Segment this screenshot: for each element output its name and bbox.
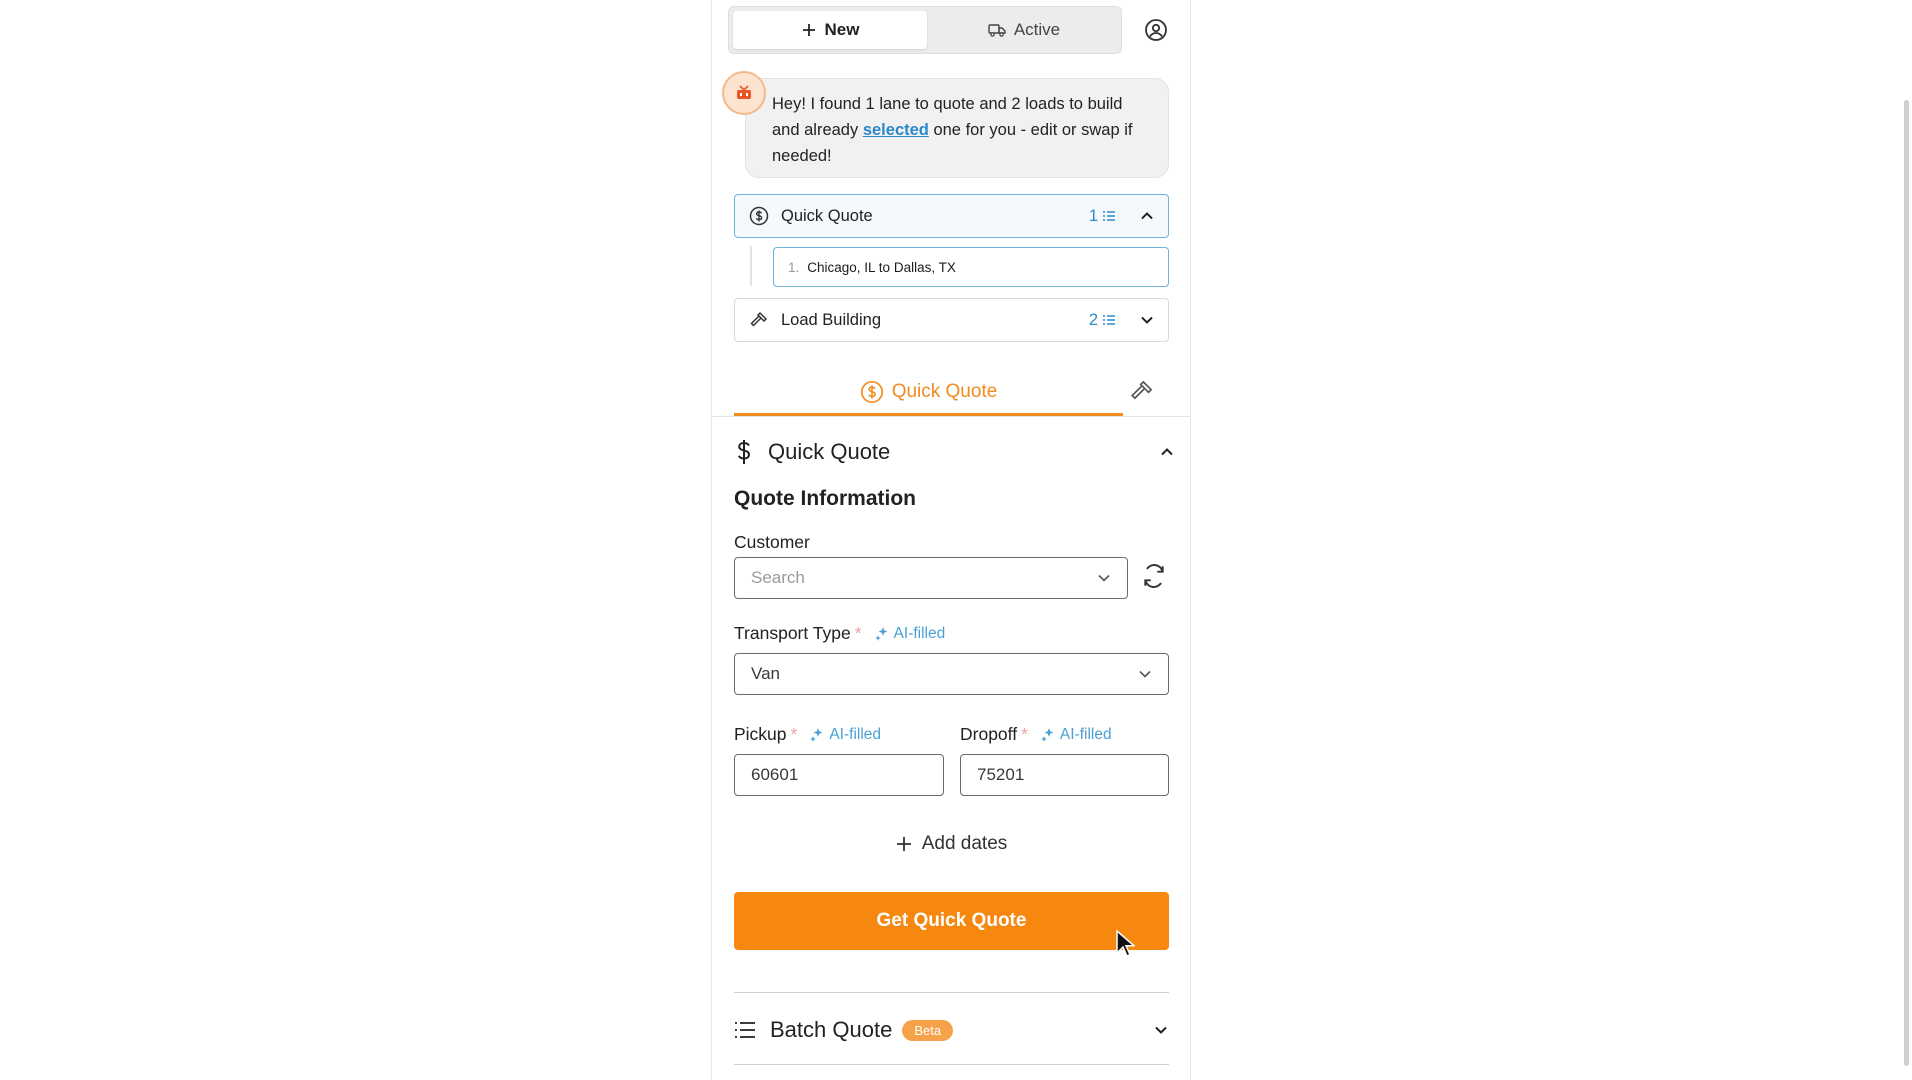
list-icon xyxy=(1103,315,1115,325)
transport-type-value: Van xyxy=(751,664,780,683)
sparkle-icon xyxy=(810,727,823,742)
chevron-up-icon[interactable] xyxy=(1160,445,1174,459)
customer-label: Customer xyxy=(734,532,810,553)
customer-search-placeholder: Search xyxy=(751,568,805,587)
quick-quote-accordion-label: Quick Quote xyxy=(781,206,873,225)
lane-number: 1. xyxy=(788,259,800,275)
plus-icon xyxy=(802,24,815,36)
dropoff-input[interactable]: 75201 xyxy=(960,754,1169,796)
load-building-accordion-label: Load Building xyxy=(781,310,881,329)
load-building-count: 2 xyxy=(1089,311,1116,330)
chevron-down-icon[interactable] xyxy=(1154,1023,1168,1037)
get-quick-quote-button[interactable]: Get Quick Quote xyxy=(734,892,1169,950)
plus-icon xyxy=(896,837,911,851)
transport-type-label-text: Transport Type xyxy=(734,623,851,643)
truck-icon xyxy=(988,24,1006,37)
assistant-message: Hey! I found 1 lane to quote and 2 loads… xyxy=(745,78,1169,178)
dollar-icon xyxy=(737,440,751,464)
dollar-circle-icon xyxy=(860,380,883,403)
add-dates-button[interactable]: Add dates xyxy=(734,828,1169,860)
sparkle-icon xyxy=(874,626,888,641)
mouse-cursor-icon xyxy=(1116,929,1135,958)
tab-load-building[interactable] xyxy=(1124,376,1160,406)
ai-filled-text: AI-filled xyxy=(829,725,882,743)
refresh-icon[interactable] xyxy=(1141,563,1167,589)
view-toggle: New Active xyxy=(728,6,1122,54)
user-circle-icon[interactable] xyxy=(1144,18,1168,42)
selected-link[interactable]: selected xyxy=(863,121,929,139)
ai-filled-text: AI-filled xyxy=(893,624,946,642)
customer-label-text: Customer xyxy=(734,532,810,552)
pickup-value: 60601 xyxy=(751,765,799,784)
quick-quote-count-value: 1 xyxy=(1088,206,1098,225)
add-dates-label: Add dates xyxy=(921,833,1008,854)
chevron-up-icon[interactable] xyxy=(1140,209,1154,223)
list-icon xyxy=(735,1022,755,1038)
section-divider xyxy=(734,992,1169,993)
dropoff-value: 75201 xyxy=(977,765,1025,784)
load-building-count-value: 2 xyxy=(1088,310,1098,329)
ai-filled-tag: AI-filled xyxy=(874,624,946,643)
required-asterisk: * xyxy=(790,724,798,744)
get-quick-quote-label: Get Quick Quote xyxy=(876,910,1027,931)
ai-filled-tag: AI-filled xyxy=(809,726,881,744)
pickup-label: Pickup * AI-filled xyxy=(734,724,881,745)
robot-icon xyxy=(737,85,751,99)
section-divider xyxy=(734,1064,1169,1065)
quote-panel: New Active Hey! I found 1 lane to quote … xyxy=(711,0,1191,1080)
pickup-input[interactable]: 60601 xyxy=(734,754,944,796)
tab-quick-quote[interactable]: Quick Quote xyxy=(734,370,1123,416)
ai-filled-tag: AI-filled xyxy=(1040,726,1112,744)
active-button-label: Active xyxy=(1013,20,1061,39)
hammer-icon xyxy=(1131,380,1153,400)
quick-quote-accordion[interactable]: Quick Quote 1 xyxy=(734,194,1169,238)
list-icon xyxy=(1103,211,1115,221)
batch-quote-title: Batch Quote xyxy=(770,1017,893,1042)
lane-route: Chicago, IL to Dallas, TX xyxy=(807,259,956,275)
lane-rail xyxy=(750,246,752,286)
required-asterisk: * xyxy=(1021,724,1028,744)
dropoff-label: Dropoff * AI-filled xyxy=(960,724,1112,745)
load-building-accordion[interactable]: Load Building 2 xyxy=(734,298,1169,342)
new-button[interactable]: New xyxy=(733,11,927,49)
required-asterisk: * xyxy=(854,623,862,643)
transport-type-select[interactable]: Van xyxy=(734,653,1169,695)
chevron-down-icon xyxy=(1098,574,1110,582)
ai-filled-text: AI-filled xyxy=(1059,725,1112,743)
chevron-down-icon[interactable] xyxy=(1140,313,1154,327)
tab-quick-quote-label: Quick Quote xyxy=(891,380,998,402)
quote-information-heading: Quote Information xyxy=(734,487,916,510)
tabs-divider xyxy=(712,416,1190,417)
active-button[interactable]: Active xyxy=(929,11,1119,49)
dropoff-label-text: Dropoff xyxy=(960,724,1018,744)
pickup-label-text: Pickup xyxy=(734,724,787,744)
batch-quote-section-header[interactable]: Batch Quote Beta xyxy=(734,1014,1174,1046)
new-button-label: New xyxy=(824,20,860,39)
section-title: Quick Quote xyxy=(768,439,891,464)
transport-type-label: Transport Type * AI-filled xyxy=(734,623,945,644)
chevron-down-icon xyxy=(1139,670,1151,678)
lane-item[interactable]: 1. Chicago, IL to Dallas, TX xyxy=(773,247,1169,287)
quick-quote-section-header[interactable]: Quick Quote xyxy=(734,434,1174,470)
assistant-avatar xyxy=(722,71,766,115)
dollar-circle-icon xyxy=(749,206,769,226)
customer-search-select[interactable]: Search xyxy=(734,557,1128,599)
quick-quote-count: 1 xyxy=(1089,207,1116,226)
scrollbar[interactable] xyxy=(1904,100,1909,1066)
sparkle-icon xyxy=(1040,727,1054,742)
hammer-icon xyxy=(750,311,768,327)
beta-badge: Beta xyxy=(902,1019,954,1041)
